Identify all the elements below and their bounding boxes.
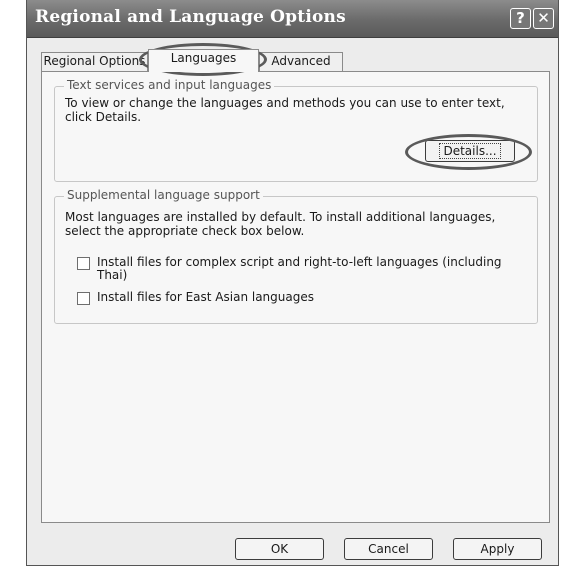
dialog-window: Regional and Language Options ? ✕ Region… bbox=[26, 0, 559, 566]
details-button[interactable]: Details... bbox=[425, 140, 515, 162]
tab-languages[interactable]: Languages bbox=[148, 49, 259, 72]
supplemental-legend: Supplemental language support bbox=[64, 188, 263, 202]
help-icon: ? bbox=[516, 9, 525, 27]
text-services-description: To view or change the languages and meth… bbox=[65, 96, 505, 124]
apply-button[interactable]: Apply bbox=[453, 538, 542, 560]
complex-script-label: Install files for complex script and rig… bbox=[97, 255, 502, 282]
ok-button[interactable]: OK bbox=[235, 538, 324, 560]
cancel-button[interactable]: Cancel bbox=[344, 538, 433, 560]
close-button[interactable]: ✕ bbox=[533, 8, 554, 29]
close-icon: ✕ bbox=[537, 9, 550, 27]
east-asian-checkbox[interactable] bbox=[77, 292, 90, 305]
supplemental-language-group: Supplemental language support Most langu… bbox=[54, 188, 538, 324]
window-title: Regional and Language Options bbox=[35, 7, 346, 27]
complex-script-checkbox[interactable] bbox=[77, 257, 90, 270]
tab-advanced[interactable]: Advanced bbox=[259, 52, 343, 71]
tab-regional-options[interactable]: Regional Options bbox=[41, 52, 148, 71]
tab-panel: Text services and input languages To vie… bbox=[41, 71, 550, 523]
help-button[interactable]: ? bbox=[510, 8, 531, 29]
supplemental-description: Most languages are installed by default.… bbox=[65, 210, 496, 238]
text-services-legend: Text services and input languages bbox=[64, 78, 275, 92]
details-button-label: Details... bbox=[439, 143, 501, 159]
title-bar[interactable]: Regional and Language Options ? ✕ bbox=[27, 0, 558, 38]
east-asian-label: Install files for East Asian languages bbox=[97, 290, 314, 304]
text-services-group: Text services and input languages To vie… bbox=[54, 78, 538, 182]
